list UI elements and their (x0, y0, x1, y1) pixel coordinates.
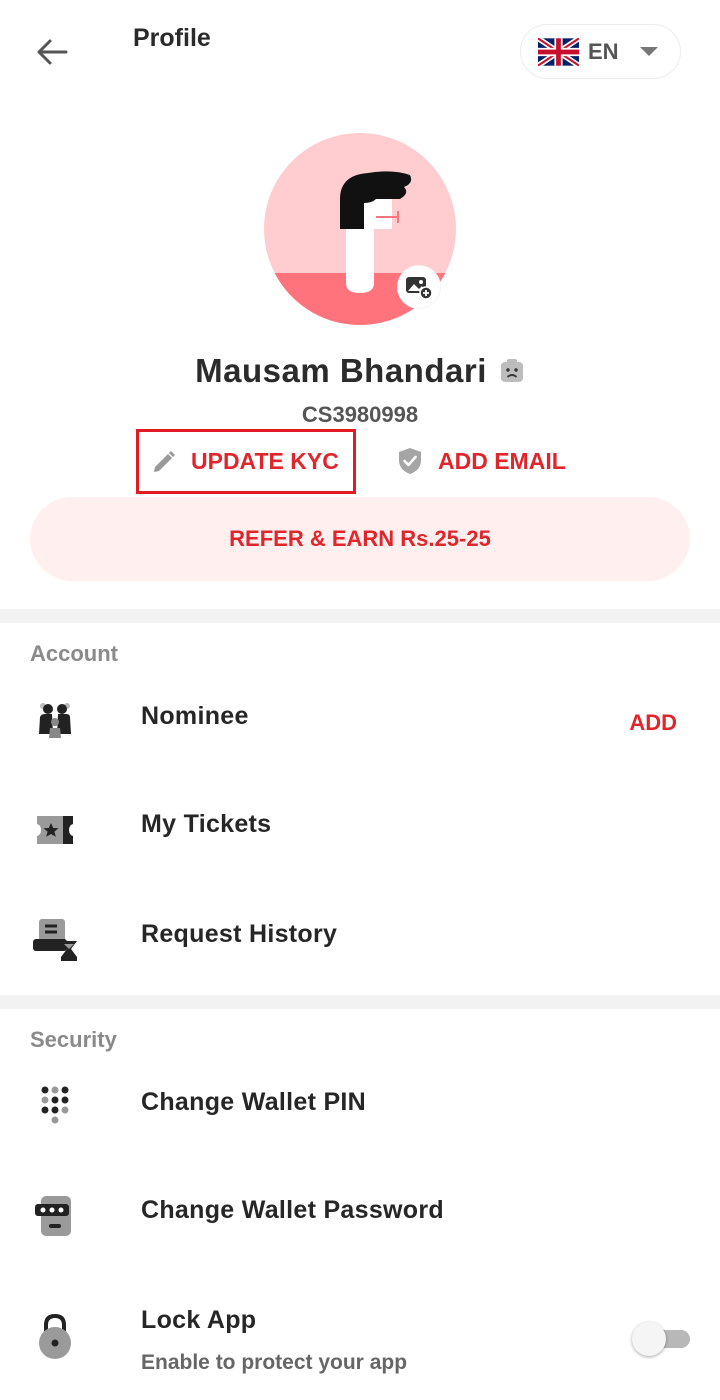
account-item-request-history[interactable]: Request History (0, 890, 720, 990)
nominee-add-button[interactable]: ADD (629, 710, 677, 736)
toggle-thumb (632, 1322, 666, 1356)
sad-face-icon (500, 359, 523, 382)
user-name: Mausam Bhandari (195, 352, 487, 389)
update-kyc-button[interactable]: UPDATE KYC (136, 429, 356, 494)
lock-icon (30, 1310, 80, 1360)
refer-earn-label: REFER & EARN Rs.25-25 (229, 526, 491, 551)
row-label: Change Wallet Password (141, 1196, 444, 1224)
uk-flag-icon (538, 37, 579, 66)
add-email-label: ADD EMAIL (438, 447, 566, 474)
section-title-security: Security (30, 1027, 117, 1052)
row-label: Request History (141, 920, 338, 948)
ticket-icon (30, 805, 80, 855)
language-code: EN (588, 38, 619, 64)
language-selector[interactable]: EN (520, 24, 681, 79)
section-title-account: Account (30, 641, 118, 666)
refer-earn-button[interactable]: REFER & EARN Rs.25-25 (30, 497, 690, 581)
account-item-my-tickets[interactable]: My Tickets (0, 780, 720, 880)
arrow-left-icon (37, 39, 68, 65)
back-button[interactable] (30, 30, 74, 74)
account-item-nominee[interactable]: Nominee ADD (0, 670, 720, 770)
caret-down-icon (639, 47, 658, 56)
section-divider (0, 609, 720, 623)
top-bar: Profile EN (0, 0, 720, 100)
row-label: Change Wallet PIN (141, 1088, 367, 1116)
page-title: Profile (133, 24, 211, 52)
row-label: Lock App (141, 1306, 257, 1334)
shield-check-icon (399, 448, 421, 474)
add-photo-icon (406, 277, 433, 300)
security-item-change-pin[interactable]: Change Wallet PIN (0, 1058, 720, 1158)
security-item-lock-app: Lock App Enable to protect your app (0, 1278, 720, 1400)
password-icon (30, 1191, 80, 1241)
user-id: CS3980998 (301, 402, 419, 427)
add-email-button[interactable]: ADD EMAIL (396, 436, 566, 486)
security-item-change-password[interactable]: Change Wallet Password (0, 1166, 720, 1266)
pencil-icon (154, 450, 175, 472)
user-name-row: Mausam Bhandari (0, 352, 720, 390)
row-label: Nominee (141, 702, 249, 730)
history-icon (30, 915, 80, 965)
row-label: My Tickets (141, 810, 272, 838)
update-kyc-label: UPDATE KYC (191, 448, 339, 474)
lock-app-toggle[interactable] (632, 1322, 690, 1356)
section-divider (0, 995, 720, 1009)
row-subtitle: Enable to protect your app (141, 1351, 408, 1374)
family-icon (30, 695, 80, 745)
keypad-icon (30, 1083, 80, 1133)
change-photo-button[interactable] (398, 266, 440, 308)
